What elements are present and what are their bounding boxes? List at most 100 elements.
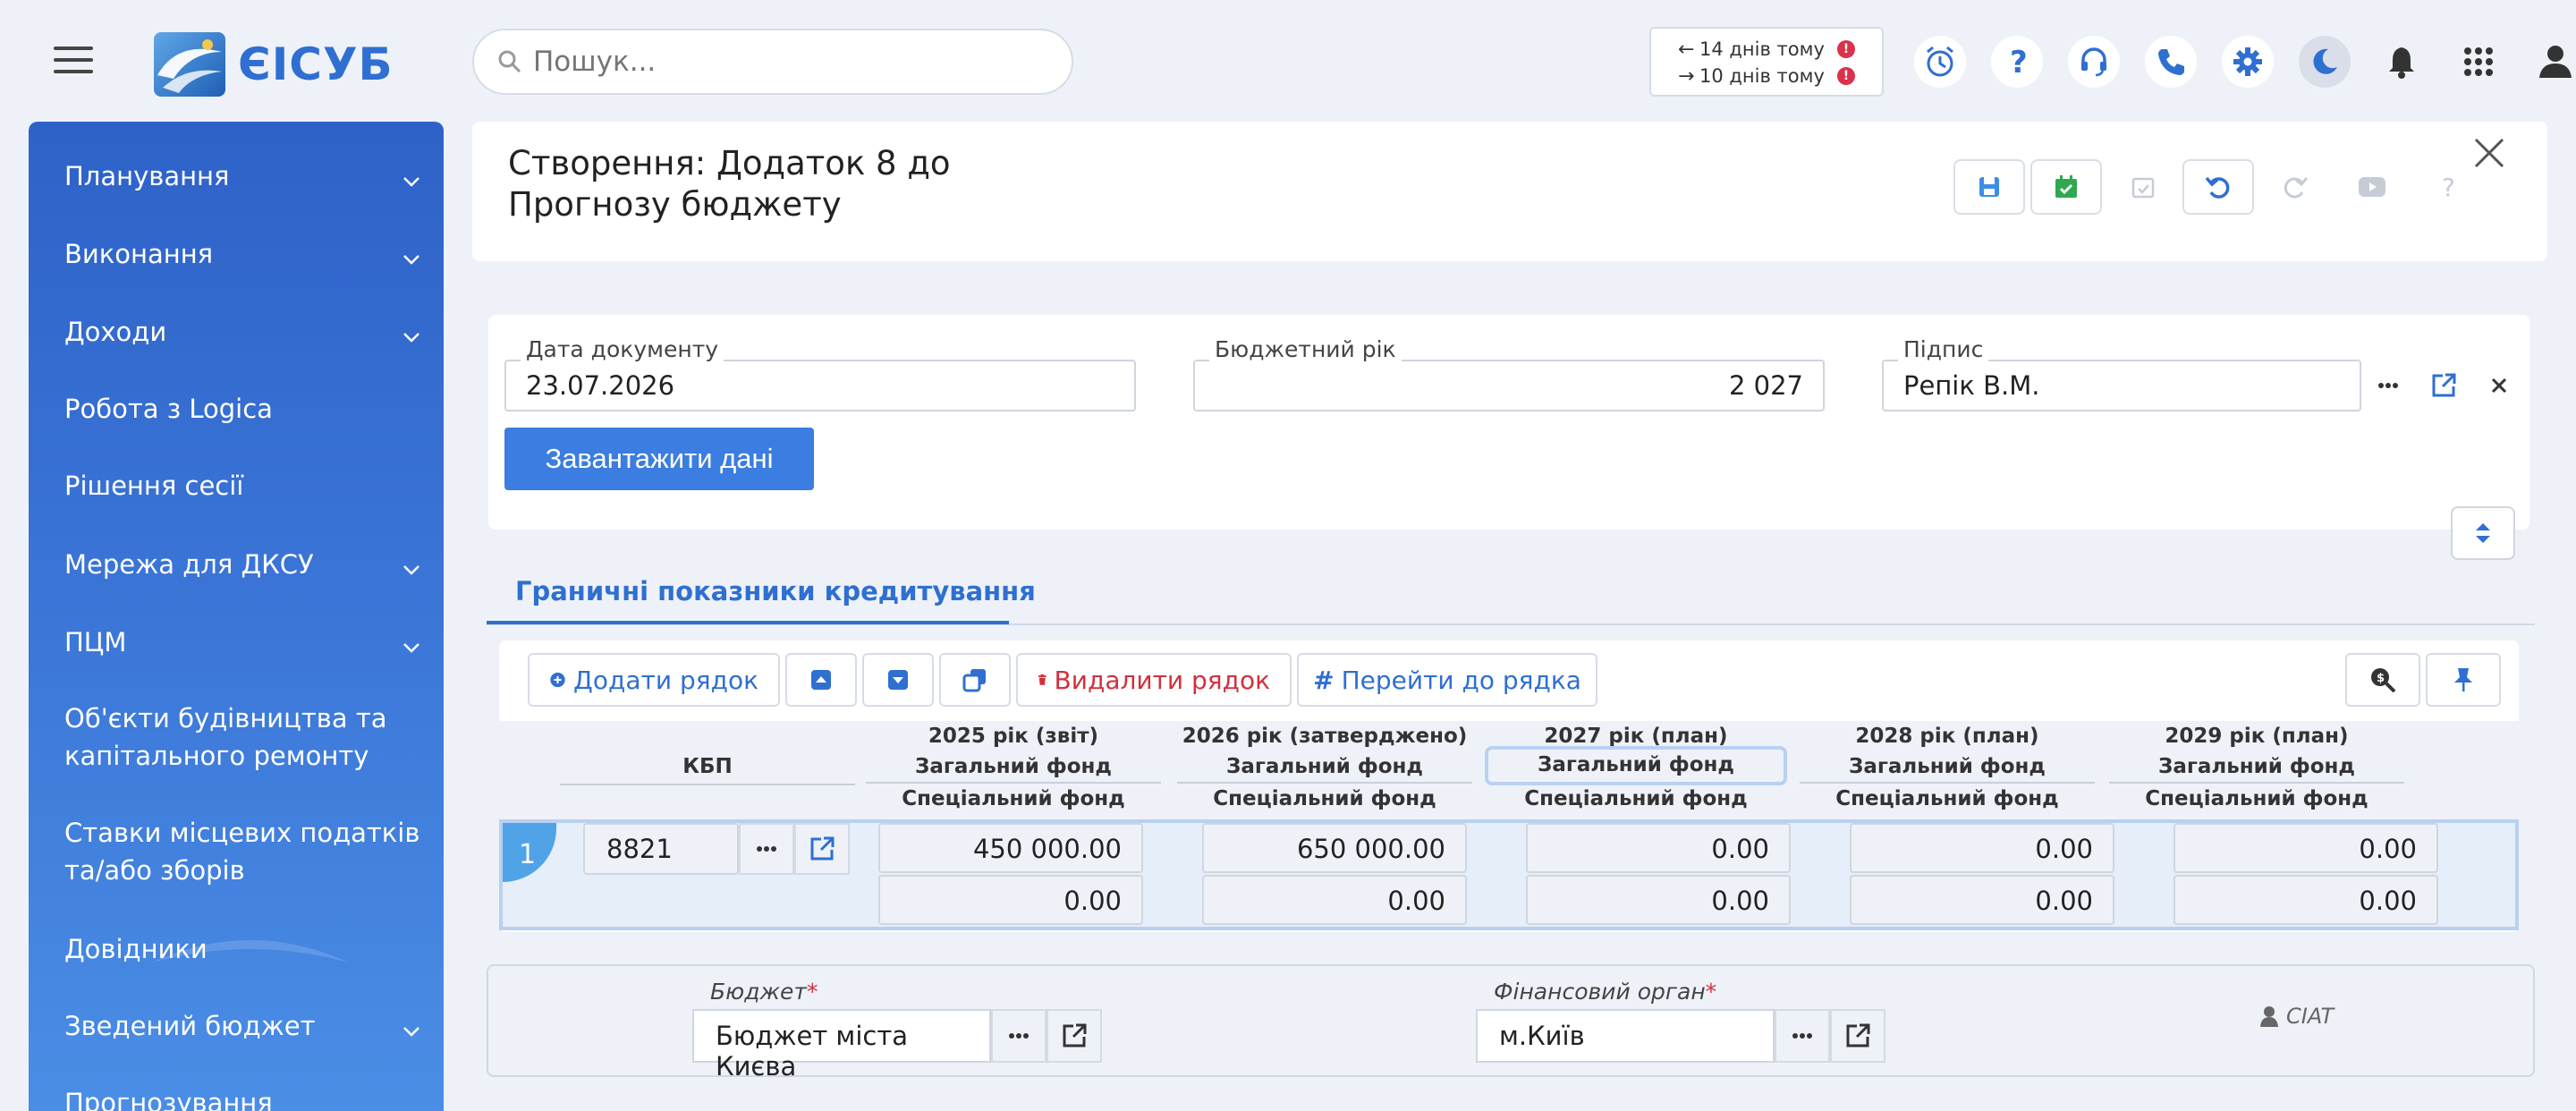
general-2025-cell[interactable]: 450 000.00 — [878, 823, 1143, 873]
dark-mode-moon-icon[interactable] — [2299, 36, 2351, 88]
phone-icon[interactable] — [2145, 36, 2197, 88]
sidebar-item-execution[interactable]: Виконання — [64, 235, 422, 273]
special-2027-cell[interactable]: 0.00 — [1526, 875, 1791, 925]
sidebar-item-label: Прогнозування — [64, 1088, 273, 1111]
sidebar-item-logica[interactable]: Робота з Logica — [64, 390, 422, 428]
undo-button[interactable] — [2182, 159, 2254, 215]
financial-body-select-button[interactable] — [1775, 1009, 1830, 1063]
author-info: CIAT — [2259, 1004, 2334, 1029]
general-2026-cell[interactable]: 650 000.00 — [1202, 823, 1467, 873]
load-data-button[interactable]: Завантажити дані — [504, 428, 814, 490]
special-2028-cell[interactable]: 0.00 — [1850, 875, 2114, 925]
more-dots-icon — [2378, 383, 2398, 388]
sidebar-item-revenues[interactable]: Доходи — [64, 313, 422, 351]
help-icon[interactable]: ? — [1991, 36, 2043, 88]
search-filter-button[interactable]: $ — [2345, 653, 2420, 707]
settings-gear-icon[interactable] — [2222, 36, 2274, 88]
signature-clear-button[interactable] — [2472, 360, 2526, 411]
video-help-button[interactable] — [2336, 159, 2408, 215]
close-icon[interactable] — [2465, 129, 2513, 177]
table-row[interactable]: 1 8821 450 000.00 0.00 650 000.00 0.00 0… — [499, 819, 2519, 930]
history-forward-label: 10 днів тому — [1699, 65, 1825, 87]
signature-field[interactable]: Підпис Репік В.М. — [1882, 336, 2361, 411]
kbp-field[interactable]: 8821 — [583, 823, 739, 875]
kbp-open-button[interactable] — [794, 823, 850, 875]
chevron-down-icon — [401, 165, 422, 202]
sidebar-item-local-tax-rates[interactable]: Ставки місцевих податків та/або зборів — [64, 814, 422, 889]
pin-button[interactable] — [2426, 653, 2501, 707]
search-box[interactable] — [472, 29, 1073, 95]
add-row-button[interactable]: Додати рядок — [528, 653, 780, 707]
redo-button[interactable] — [2259, 159, 2331, 215]
chevron-down-icon — [401, 320, 422, 358]
general-2029-cell[interactable]: 0.00 — [2174, 823, 2438, 873]
sidebar-item-pcm[interactable]: ПЦМ — [64, 623, 422, 661]
app-logo[interactable]: ЄІСУБ — [154, 32, 394, 97]
special-fund-header: Спеціальний фонд — [2145, 787, 2368, 810]
sidebar-item-session-decisions[interactable]: Рішення сесії — [64, 467, 422, 505]
search-input[interactable] — [533, 46, 1034, 78]
svg-text:?: ? — [2010, 45, 2028, 80]
special-2026-cell[interactable]: 0.00 — [1202, 875, 1467, 925]
notifications-bell-icon[interactable] — [2376, 36, 2428, 88]
financial-body-open-button[interactable] — [1830, 1009, 1885, 1063]
sidebar-item-forecasting[interactable]: Прогнозування — [64, 1084, 422, 1111]
alarm-clock-icon[interactable] — [1914, 36, 1966, 88]
general-2028-cell[interactable]: 0.00 — [1850, 823, 2114, 873]
alert-badge: ! — [1836, 40, 1855, 58]
budget-year-field[interactable]: Бюджетний рік 2 027 — [1193, 336, 1825, 411]
tab-active-indicator — [487, 621, 1009, 624]
sidebar-item-consolidated-budget[interactable]: Зведений бюджет — [64, 1007, 422, 1045]
sidebar-item-dksu-network[interactable]: Мережа для ДКСУ — [64, 546, 422, 583]
delete-row-label: Видалити рядок — [1054, 665, 1270, 695]
general-2027-cell[interactable]: 0.00 — [1526, 823, 1791, 873]
move-row-down-button[interactable] — [862, 653, 934, 707]
menu-icon[interactable] — [54, 47, 93, 82]
date-value: 23.07.2026 — [526, 370, 675, 401]
signature-open-button[interactable] — [2417, 360, 2470, 411]
signature-select-button[interactable] — [2361, 360, 2415, 411]
expand-collapse-button[interactable] — [2451, 506, 2515, 560]
save-and-close-button[interactable] — [2030, 159, 2102, 215]
top-bar: ЄІСУБ ← 14 днів тому ! → 10 днів тому ! … — [0, 0, 2576, 123]
external-link-icon — [1846, 1023, 1870, 1047]
support-headset-icon[interactable] — [2068, 36, 2120, 88]
budget-field[interactable]: Бюджет* Бюджет міста Києва — [692, 979, 991, 1081]
year-header-2028: 2028 рік (план) — [1855, 725, 2039, 748]
external-link-icon — [810, 836, 835, 861]
year-header-2026: 2026 рік (затверджено) — [1182, 725, 1468, 748]
delete-row-button[interactable]: Видалити рядок — [1016, 653, 1292, 707]
history-back[interactable]: ← 14 днів тому ! — [1678, 36, 1882, 63]
arrow-down-box-icon — [888, 670, 908, 690]
date-field[interactable]: Дата документу 23.07.2026 — [504, 336, 1136, 411]
special-2029-cell[interactable]: 0.00 — [2174, 875, 2438, 925]
general-fund-header-focused[interactable]: Загальний фонд — [1485, 746, 1787, 785]
approve-button[interactable] — [2107, 159, 2179, 215]
general-fund-header: Загальний фонд — [1848, 755, 2046, 778]
special-2025-cell[interactable]: 0.00 — [878, 875, 1143, 925]
budget-select-button[interactable] — [991, 1009, 1046, 1063]
user-icon — [2260, 1006, 2278, 1027]
move-row-up-button[interactable] — [785, 653, 857, 707]
sidebar-item-label: Мережа для ДКСУ — [64, 549, 314, 580]
user-avatar-icon[interactable] — [2529, 36, 2576, 88]
special-fund-header: Спеціальний фонд — [1835, 787, 2059, 810]
kbp-select-button[interactable] — [739, 823, 794, 875]
sidebar-item-construction-objects[interactable]: Об'єкти будівництва та капітального ремо… — [64, 700, 422, 775]
kbp-header: КБП — [682, 755, 733, 778]
navigation-history: ← 14 днів тому ! → 10 днів тому ! — [1649, 27, 1884, 97]
budget-open-button[interactable] — [1046, 1009, 1102, 1063]
apps-grid-icon[interactable] — [2453, 36, 2504, 88]
history-forward[interactable]: → 10 днів тому ! — [1678, 63, 1882, 89]
financial-body-field[interactable]: Фінансовий орган* м.Київ — [1476, 979, 1775, 1063]
sidebar-item-label: Об'єкти будівництва та капітального ремо… — [64, 703, 387, 771]
search-dollar-icon: $ — [2371, 668, 2396, 693]
sidebar-item-planning[interactable]: Планування — [64, 157, 422, 195]
go-to-row-label: Перейти до рядка — [1341, 665, 1581, 695]
tab-credit-limits[interactable]: Граничні показники кредитування — [487, 572, 1064, 626]
copy-row-button[interactable] — [939, 653, 1011, 707]
save-button[interactable] — [1953, 159, 2025, 215]
watermark-swoosh-icon — [152, 940, 349, 963]
grid-header: КБП 2025 рік (звіт) Загальний фонд Спеці… — [499, 721, 2519, 819]
go-to-row-button[interactable]: # Перейти до рядка — [1297, 653, 1597, 707]
